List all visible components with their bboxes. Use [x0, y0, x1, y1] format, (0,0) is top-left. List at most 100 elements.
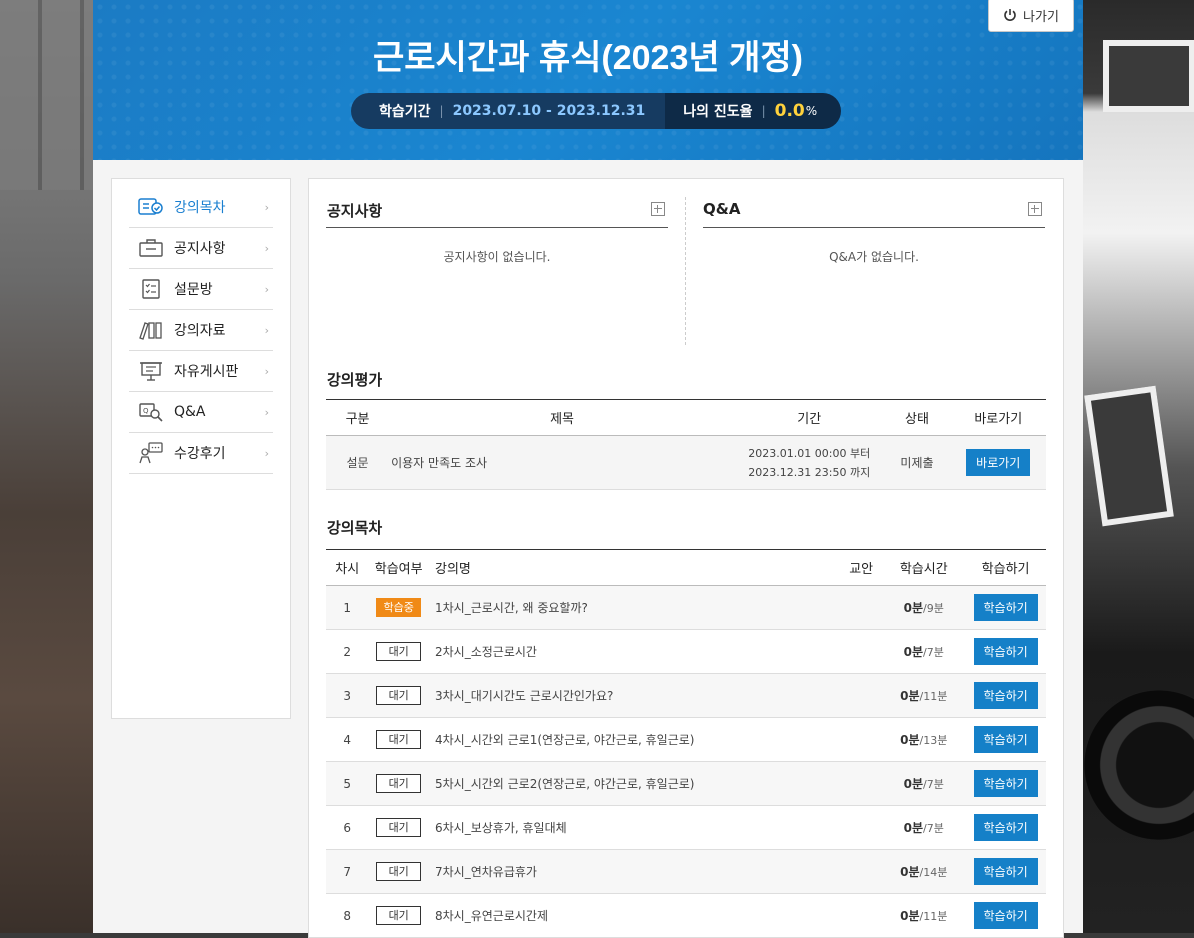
- presentation-board-icon: [138, 360, 164, 382]
- lecture-no: 8: [326, 893, 369, 938]
- column-header: 상태: [883, 399, 951, 436]
- divider: [326, 227, 668, 228]
- sidebar-item-label: 강의자료: [174, 323, 226, 339]
- eval-name: 이용자 만족도 조사: [389, 435, 736, 490]
- study-button[interactable]: 학습하기: [973, 682, 1038, 709]
- chevron-right-icon: ›: [264, 446, 269, 460]
- study-time-done: 0분: [900, 733, 920, 747]
- study-time-done: 0분: [900, 865, 920, 879]
- divider: [685, 197, 686, 345]
- lecture-material: [839, 761, 883, 806]
- lecture-material: [839, 585, 883, 630]
- study-time-total: /11분: [919, 690, 948, 703]
- study-button[interactable]: 학습하기: [973, 814, 1038, 841]
- lecture-no: 7: [326, 849, 369, 894]
- svg-text:Q: Q: [143, 407, 149, 415]
- status-badge: 대기: [376, 774, 422, 793]
- power-icon: [1003, 8, 1017, 22]
- lecture-name: 5차시_시간외 근로2(연장근로, 야간근로, 휴일근로): [428, 761, 840, 806]
- study-button[interactable]: 학습하기: [973, 726, 1038, 753]
- sidebar-item-materials[interactable]: 강의자료 ›: [129, 310, 273, 351]
- lecture-material: [839, 893, 883, 938]
- column-header: 학습하기: [965, 549, 1046, 586]
- sidebar-item-free-board[interactable]: 자유게시판 ›: [129, 351, 273, 392]
- sidebar-item-label: 자유게시판: [174, 364, 239, 380]
- study-time-done: 0분: [903, 645, 924, 659]
- eval-start: 2023.01.01 00:00 부터: [748, 446, 871, 460]
- lecture-table: 차시 학습여부 강의명 교안 학습시간 학습하기 1 학습중 1차시_근로시간,…: [326, 549, 1046, 938]
- progress-unit: %: [805, 104, 818, 118]
- lecture-material: [839, 673, 883, 718]
- period-label: 학습기간: [379, 104, 431, 120]
- eval-go-button[interactable]: 바로가기: [966, 449, 1031, 476]
- list-check-icon: [138, 196, 164, 218]
- evaluation-title: 강의평가: [327, 371, 383, 389]
- lecture-no: 1: [326, 585, 369, 630]
- lecture-material: [839, 849, 883, 894]
- eval-status: 미제출: [883, 435, 951, 490]
- study-button[interactable]: 학습하기: [973, 594, 1038, 621]
- divider: [703, 227, 1045, 228]
- chevron-right-icon: ›: [264, 200, 269, 214]
- qna-title: Q&A: [703, 200, 741, 218]
- study-time-done: 0분: [903, 777, 924, 791]
- notice-empty-message: 공지사항이 없습니다.: [443, 250, 551, 264]
- study-time-done: 0분: [903, 601, 924, 615]
- column-header: 기간: [735, 399, 884, 436]
- background-left: [0, 0, 93, 933]
- table-row: 1 학습중 1차시_근로시간, 왜 중요할까? 0분/9분 학습하기: [326, 585, 1046, 630]
- eval-type: 설문: [326, 435, 390, 490]
- column-header: 강의명: [428, 549, 840, 586]
- lecture-name: 6차시_보상휴가, 휴일대체: [428, 805, 840, 850]
- lecture-material: [839, 717, 883, 762]
- study-button[interactable]: 학습하기: [973, 858, 1038, 885]
- page: 근로시간과 휴식(2023년 개정) 나가기 학습기간 | 2023.07.10…: [93, 0, 1083, 938]
- sidebar-item-reviews[interactable]: 수강후기 ›: [129, 433, 273, 474]
- sidebar-item-notice[interactable]: 공지사항 ›: [129, 228, 273, 269]
- status-badge: 대기: [376, 686, 422, 705]
- lecture-no: 4: [326, 717, 369, 762]
- keyboard-photo: [0, 0, 93, 190]
- chevron-right-icon: ›: [264, 323, 269, 337]
- status-badge: 학습중: [376, 598, 422, 617]
- study-button[interactable]: 학습하기: [973, 638, 1038, 665]
- chevron-right-icon: ›: [264, 282, 269, 296]
- lecture-no: 3: [326, 673, 369, 718]
- period-value: 2023.07.10 - 2023.12.31: [452, 103, 646, 119]
- survey-checklist-icon: [138, 278, 164, 300]
- notice-board-icon: [138, 237, 164, 259]
- table-row: 5 대기 5차시_시간외 근로2(연장근로, 야간근로, 휴일근로) 0분/7분…: [326, 761, 1046, 806]
- study-button[interactable]: 학습하기: [973, 770, 1038, 797]
- progress-pill: 학습기간 | 2023.07.10 - 2023.12.31 나의 진도율 | …: [351, 93, 842, 129]
- sidebar-item-survey[interactable]: 설문방 ›: [129, 269, 273, 310]
- column-header: 바로가기: [950, 399, 1046, 436]
- study-button[interactable]: 학습하기: [973, 902, 1038, 929]
- lecture-name: 2차시_소정근로시간: [428, 629, 840, 674]
- main-content: 공지사항 공지사항이 없습니다. Q&A Q&A가 없습니다. 강의평가 구분 …: [308, 178, 1064, 938]
- column-header: 제목: [389, 399, 736, 436]
- lecture-material: [839, 805, 883, 850]
- exit-button[interactable]: 나가기: [988, 0, 1074, 32]
- status-badge: 대기: [376, 730, 422, 749]
- notice-more-plus-icon[interactable]: [651, 202, 665, 216]
- lecture-no: 5: [326, 761, 369, 806]
- sidebar-item-label: 설문방: [174, 282, 213, 298]
- table-row: 2 대기 2차시_소정근로시간 0분/7분 학습하기: [326, 629, 1046, 674]
- eval-end: 2023.12.31 23:50 까지: [748, 465, 871, 479]
- lecture-no: 2: [326, 629, 369, 674]
- chevron-right-icon: ›: [264, 364, 269, 378]
- study-time-done: 0분: [900, 689, 920, 703]
- study-time-total: /14분: [919, 866, 948, 879]
- sidebar-item-qna[interactable]: Q Q&A ›: [129, 392, 273, 433]
- review-person-icon: [138, 442, 164, 464]
- table-row: 7 대기 7차시_연차유급휴가 0분/14분 학습하기: [326, 849, 1046, 894]
- table-row: 6 대기 6차시_보상휴가, 휴일대체 0분/7분 학습하기: [326, 805, 1046, 850]
- qna-more-plus-icon[interactable]: [1028, 202, 1042, 216]
- study-time-total: /9분: [923, 602, 944, 615]
- sidebar: 강의목차 › 공지사항 › 설문방 › 강의자료 › 자유게시판 › Q Q&A…: [111, 178, 291, 719]
- study-time-done: 0분: [900, 909, 920, 923]
- column-header: 구분: [326, 399, 390, 436]
- sidebar-item-lecture-index[interactable]: 강의목차 ›: [129, 187, 273, 228]
- status-badge: 대기: [376, 906, 422, 925]
- table-row: 3 대기 3차시_대기시간도 근로시간인가요? 0분/11분 학습하기: [326, 673, 1046, 718]
